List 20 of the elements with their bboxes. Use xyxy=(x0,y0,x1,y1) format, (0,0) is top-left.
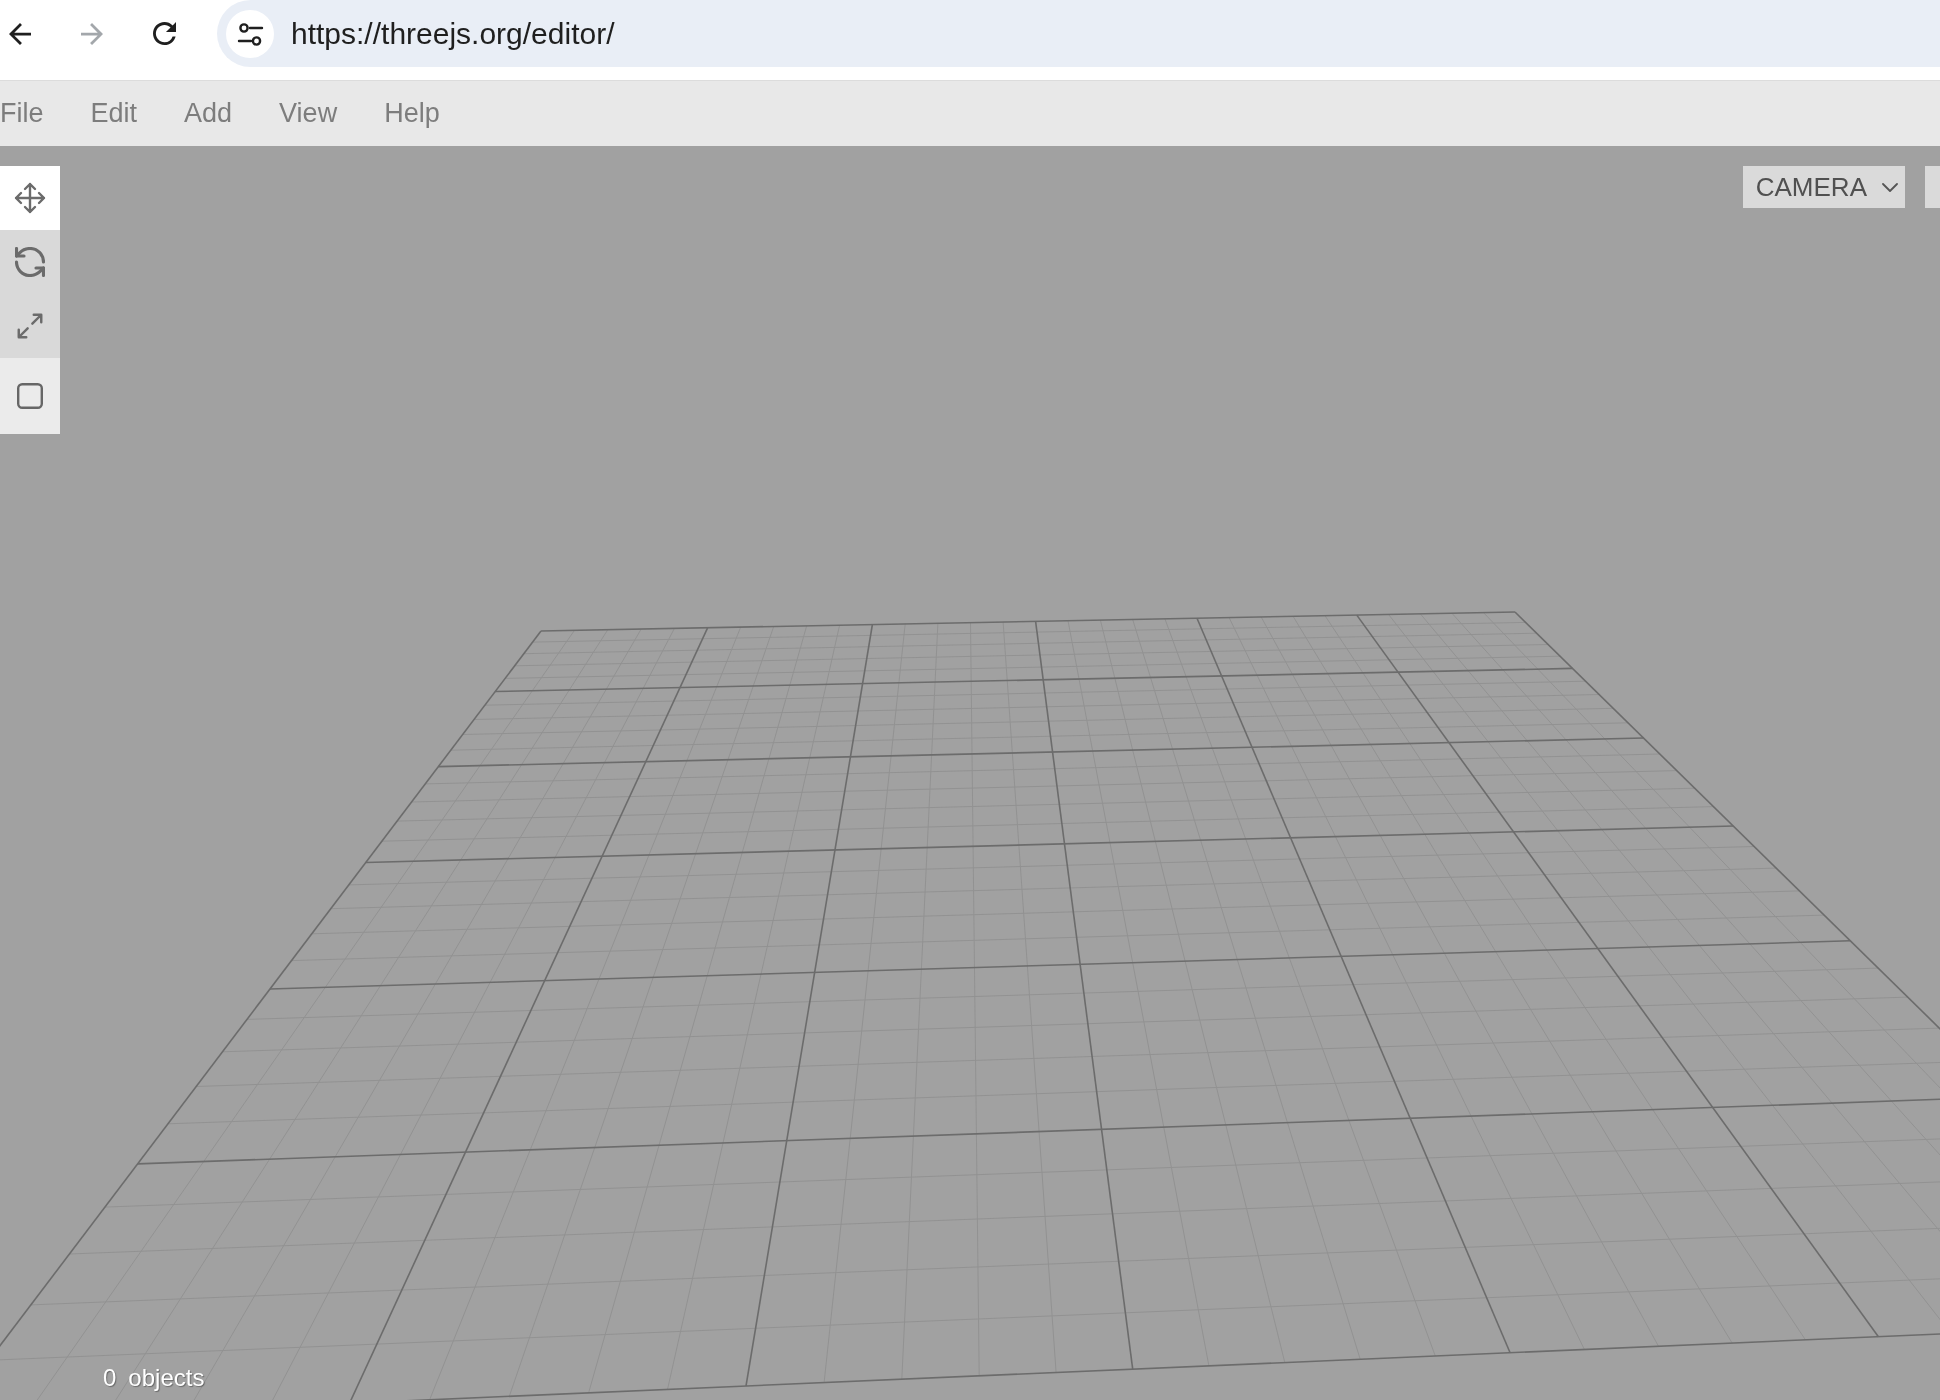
diagonal-arrows-icon xyxy=(15,311,45,341)
menu-item[interactable]: Help xyxy=(384,98,440,129)
menu-item[interactable]: View xyxy=(279,98,338,129)
chevron-down-icon xyxy=(1882,182,1898,192)
menu-item[interactable]: File xyxy=(0,98,44,129)
four-way-arrows-icon xyxy=(14,182,46,214)
reload-icon[interactable] xyxy=(153,22,176,45)
stat-value: 0 xyxy=(103,1364,117,1392)
sliders-icon[interactable] xyxy=(226,9,274,58)
stat-label: objects xyxy=(128,1364,205,1392)
address-bar[interactable]: https://threejs.org/editor/ xyxy=(217,0,1940,67)
back-icon[interactable] xyxy=(9,22,31,45)
scale-tool-button[interactable] xyxy=(0,294,60,358)
checkbox[interactable] xyxy=(17,383,43,409)
circular-arrows-icon xyxy=(15,247,45,277)
dropdown[interactable]: CAMERA xyxy=(1742,166,1905,208)
move-tool-button[interactable] xyxy=(0,166,60,230)
menu-item[interactable]: Add xyxy=(184,98,233,129)
menu-item[interactable]: Edit xyxy=(90,98,138,129)
rotate-tool-button[interactable] xyxy=(0,230,60,294)
